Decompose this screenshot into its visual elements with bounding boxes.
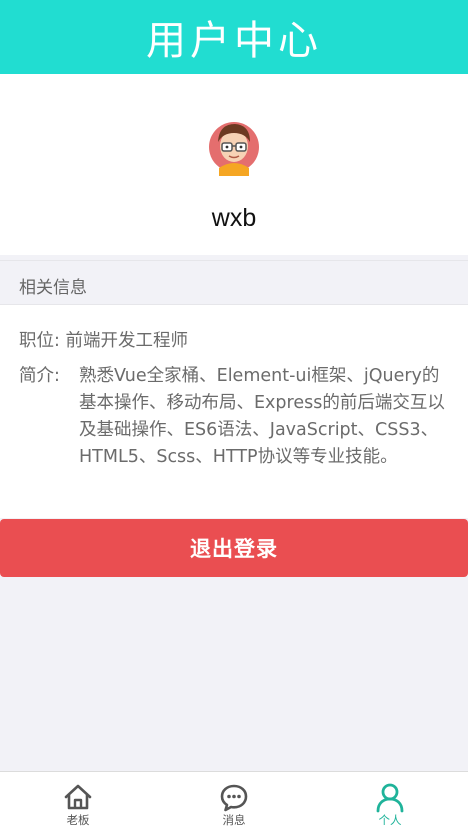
app-header: 用户中心 [0,0,468,74]
intro-row: 简介: 熟悉Vue全家桶、Element-ui框架、jQuery的基本操作、移动… [19,363,449,471]
profile-card: wxb [0,74,468,255]
job-row: 职位: 前端开发工程师 [19,328,188,355]
intro-text: 熟悉Vue全家桶、Element-ui框架、jQuery的基本操作、移动布局、E… [79,366,445,467]
intro-label: 简介: [19,366,60,386]
logout-label: 退出登录 [190,538,278,561]
home-icon [64,784,92,810]
section-header: 相关信息 [0,260,468,305]
section-title: 相关信息 [19,278,87,298]
tab-messages[interactable]: 消息 [156,772,312,832]
tab-boss[interactable]: 老板 [0,772,156,832]
logout-button[interactable]: 退出登录 [0,519,468,577]
avatar-icon [209,122,259,176]
info-panel: 职位: 前端开发工程师 简介: 熟悉Vue全家桶、Element-ui框架、jQ… [0,305,468,518]
message-icon [220,784,248,812]
tab-boss-label: 老板 [66,813,90,827]
page-title: 用户中心 [146,18,322,64]
tab-profile[interactable]: 个人 [312,772,468,832]
job-value: 前端开发工程师 [65,331,188,351]
bottom-tab-bar: 老板 消息 个人 [0,771,468,832]
tab-messages-label: 消息 [222,813,246,827]
job-label: 职位: [19,331,60,351]
tab-profile-label: 个人 [378,813,402,827]
username: wxb [211,204,257,232]
user-icon [376,783,404,813]
